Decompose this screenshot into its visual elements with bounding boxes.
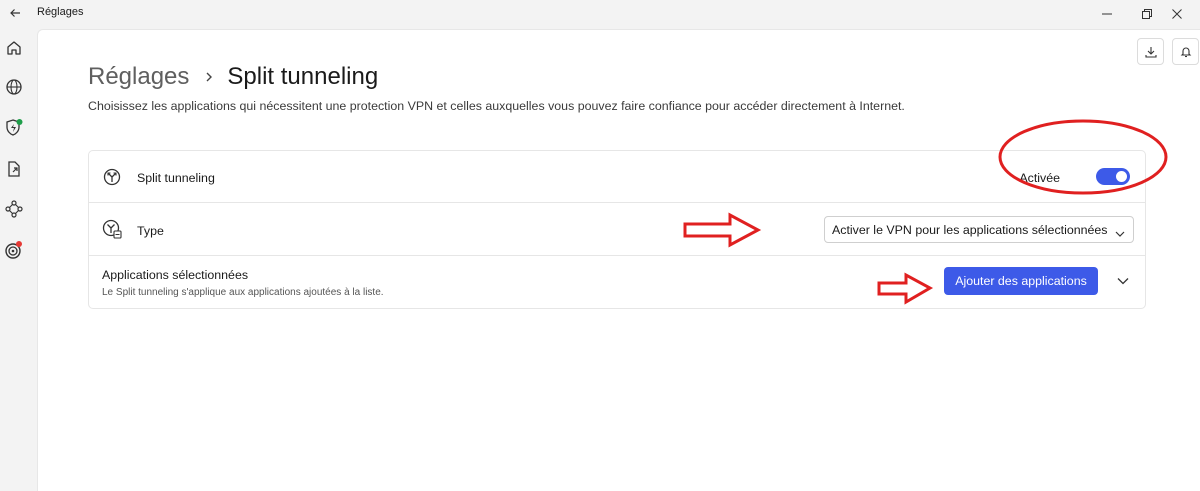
page-description: Choisissez les applications qui nécessit… bbox=[88, 99, 905, 113]
annotation-arrow-add bbox=[877, 272, 934, 305]
shield-bolt-icon bbox=[6, 119, 23, 136]
target-icon bbox=[5, 241, 22, 259]
type-select-value: Activer le VPN pour les applications sél… bbox=[832, 222, 1108, 237]
title-bar: Réglages bbox=[0, 0, 1200, 28]
selected-apps-row: Applications sélectionnées Le Split tunn… bbox=[89, 256, 1145, 308]
bell-icon bbox=[1180, 47, 1191, 57]
sidebar-item-file-share[interactable] bbox=[2, 157, 26, 181]
sidebar-item-home[interactable] bbox=[2, 36, 26, 60]
type-label: Type bbox=[137, 224, 164, 238]
file-share-icon bbox=[8, 161, 20, 177]
selected-apps-title: Applications sélectionnées bbox=[102, 268, 249, 282]
chevron-down-icon bbox=[1115, 225, 1125, 243]
download-icon bbox=[1144, 46, 1157, 58]
window-title: Réglages bbox=[37, 6, 84, 18]
back-arrow-icon bbox=[10, 9, 20, 17]
restore-icon bbox=[1142, 9, 1152, 19]
sidebar bbox=[0, 28, 37, 491]
sidebar-item-shield[interactable] bbox=[2, 116, 26, 140]
home-icon bbox=[7, 41, 21, 55]
globe-icon bbox=[6, 79, 22, 95]
type-icon bbox=[102, 219, 122, 239]
breadcrumb-parent[interactable]: Réglages bbox=[88, 63, 189, 91]
split-tunneling-row: Split tunneling Activée bbox=[89, 151, 1145, 203]
breadcrumb: Réglages Split tunneling bbox=[88, 61, 378, 93]
chevron-right-icon bbox=[205, 71, 213, 83]
sidebar-item-globe[interactable] bbox=[2, 75, 26, 99]
type-select[interactable]: Activer le VPN pour les applications sél… bbox=[824, 216, 1134, 243]
back-button[interactable] bbox=[4, 2, 26, 24]
close-button[interactable] bbox=[1154, 0, 1200, 28]
add-applications-button[interactable]: Ajouter des applications bbox=[944, 267, 1098, 295]
split-tunnel-icon bbox=[102, 167, 122, 187]
minimize-icon bbox=[1102, 13, 1112, 15]
annotation-ellipse bbox=[998, 119, 1168, 195]
network-icon bbox=[5, 200, 23, 218]
type-row: Type Activer le VPN pour les application… bbox=[89, 203, 1145, 256]
chevron-down-icon bbox=[1117, 278, 1129, 285]
annotation-arrow-type bbox=[683, 212, 762, 248]
download-button[interactable] bbox=[1137, 38, 1164, 65]
settings-card: Split tunneling Activée Type Activer le … bbox=[88, 150, 1146, 309]
selected-apps-subtitle: Le Split tunneling s'applique aux applic… bbox=[102, 287, 384, 298]
sidebar-item-target[interactable] bbox=[2, 238, 26, 262]
close-icon bbox=[1172, 9, 1182, 19]
expand-button[interactable] bbox=[1115, 273, 1131, 289]
notifications-button[interactable] bbox=[1172, 38, 1199, 65]
page-title: Split tunneling bbox=[227, 63, 379, 90]
main-panel: Réglages Split tunneling Choisissez les … bbox=[37, 29, 1200, 491]
sidebar-item-network[interactable] bbox=[2, 197, 26, 221]
split-tunneling-label: Split tunneling bbox=[137, 171, 215, 185]
